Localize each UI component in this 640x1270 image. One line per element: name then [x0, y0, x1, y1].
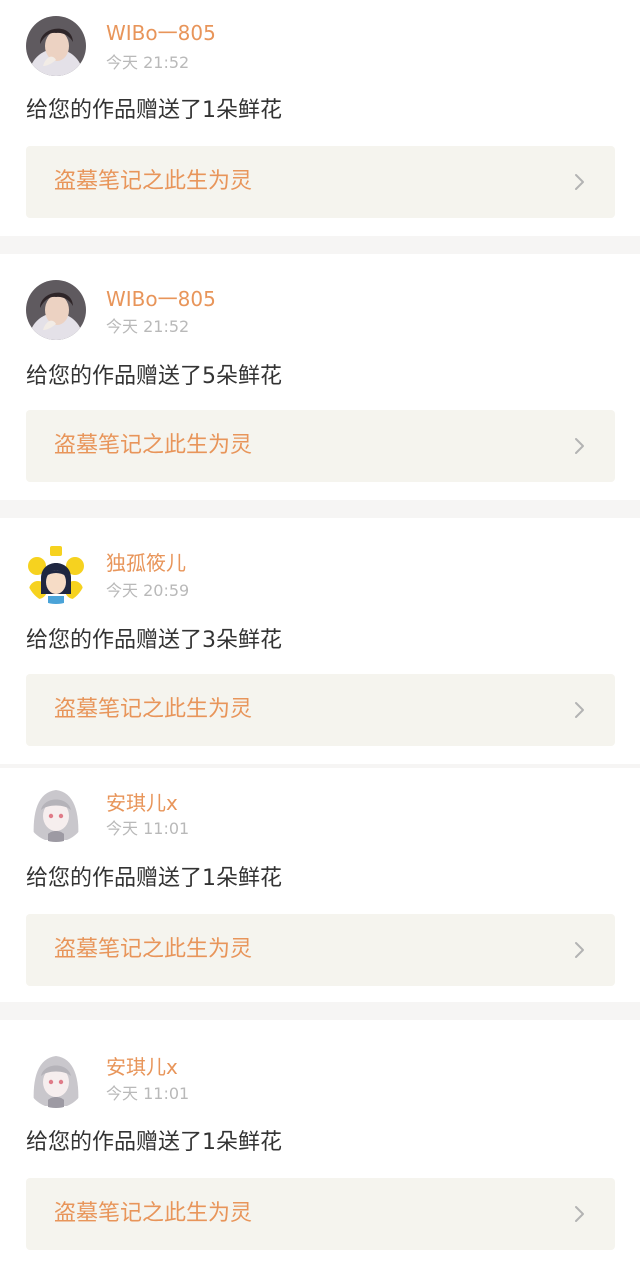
username[interactable]: 安琪儿x — [106, 1054, 178, 1080]
gift-message: 给您的作品赠送了1朵鲜花 — [26, 866, 282, 891]
chevron-right-icon — [569, 172, 589, 192]
timestamp: 今天 20:59 — [106, 581, 190, 600]
gift-message: 给您的作品赠送了1朵鲜花 — [26, 98, 282, 123]
username[interactable]: 安琪儿x — [106, 790, 178, 816]
work-title: 盗墓笔记之此生为灵 — [54, 169, 253, 194]
divider — [0, 1002, 640, 1020]
work-link-card[interactable]: 盗墓笔记之此生为灵 — [26, 914, 615, 986]
cartoon-girl-avatar-icon — [26, 544, 86, 604]
avatar[interactable] — [26, 782, 86, 842]
anime-girl-avatar-icon — [26, 782, 86, 842]
chevron-right-icon — [569, 1204, 589, 1224]
username[interactable]: WIBo一805 — [106, 286, 216, 312]
gift-message: 给您的作品赠送了1朵鲜花 — [26, 1130, 282, 1155]
timestamp: 今天 11:01 — [106, 1084, 190, 1103]
boy-photo-avatar-icon — [26, 280, 86, 340]
work-link-card[interactable]: 盗墓笔记之此生为灵 — [26, 1178, 615, 1250]
work-title: 盗墓笔记之此生为灵 — [54, 697, 253, 722]
notification-item: WIBo一805 今天 21:52 给您的作品赠送了1朵鲜花 盗墓笔记之此生为灵 — [0, 0, 640, 236]
work-link-card[interactable]: 盗墓笔记之此生为灵 — [26, 410, 615, 482]
boy-photo-avatar-icon — [26, 16, 86, 76]
anime-girl-avatar-icon — [26, 1048, 86, 1108]
timestamp: 今天 21:52 — [106, 317, 190, 336]
divider — [0, 236, 640, 254]
notification-item: 安琪儿x 今天 11:01 给您的作品赠送了1朵鲜花 盗墓笔记之此生为灵 — [0, 768, 640, 1002]
gift-message: 给您的作品赠送了3朵鲜花 — [26, 628, 282, 653]
notification-item: WIBo一805 今天 21:52 给您的作品赠送了5朵鲜花 盗墓笔记之此生为灵 — [0, 254, 640, 500]
username[interactable]: 独孤筱儿 — [106, 550, 186, 576]
avatar[interactable] — [26, 16, 86, 76]
avatar[interactable] — [26, 280, 86, 340]
divider — [0, 500, 640, 518]
work-link-card[interactable]: 盗墓笔记之此生为灵 — [26, 146, 615, 218]
avatar[interactable] — [26, 1048, 86, 1108]
work-title: 盗墓笔记之此生为灵 — [54, 1201, 253, 1226]
avatar[interactable] — [26, 544, 86, 604]
chevron-right-icon — [569, 436, 589, 456]
username[interactable]: WIBo一805 — [106, 20, 216, 46]
work-title: 盗墓笔记之此生为灵 — [54, 937, 253, 962]
timestamp: 今天 21:52 — [106, 53, 190, 72]
chevron-right-icon — [569, 940, 589, 960]
notification-item: 独孤筱儿 今天 20:59 给您的作品赠送了3朵鲜花 盗墓笔记之此生为灵 — [0, 518, 640, 764]
work-title: 盗墓笔记之此生为灵 — [54, 433, 253, 458]
chevron-right-icon — [569, 700, 589, 720]
work-link-card[interactable]: 盗墓笔记之此生为灵 — [26, 674, 615, 746]
timestamp: 今天 11:01 — [106, 819, 190, 838]
notification-feed: WIBo一805 今天 21:52 给您的作品赠送了1朵鲜花 盗墓笔记之此生为灵… — [0, 0, 640, 1270]
gift-message: 给您的作品赠送了5朵鲜花 — [26, 364, 282, 389]
notification-item: 安琪儿x 今天 11:01 给您的作品赠送了1朵鲜花 盗墓笔记之此生为灵 — [0, 1020, 640, 1270]
